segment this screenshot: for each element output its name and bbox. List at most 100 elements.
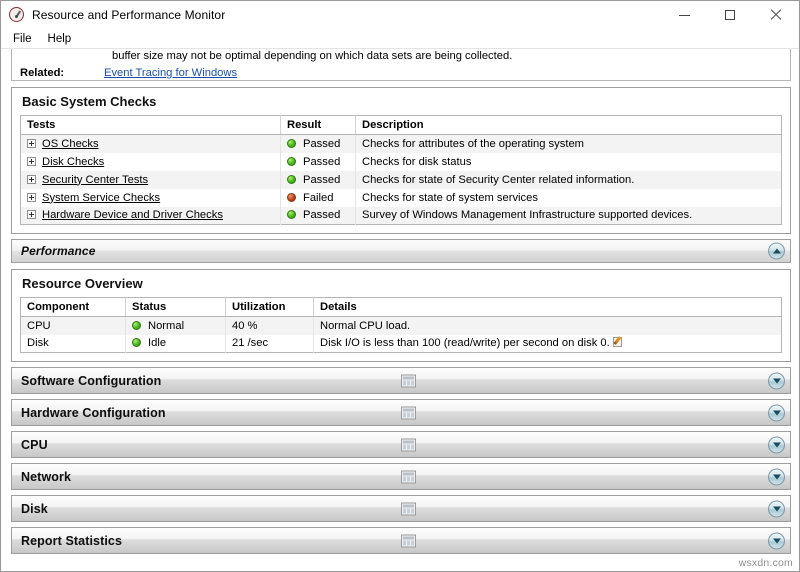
column-header-status: Status bbox=[126, 298, 226, 317]
section-label-network: Network bbox=[12, 470, 71, 484]
expand-icon[interactable] bbox=[27, 193, 36, 202]
cell-description: Checks for state of Security Center rela… bbox=[356, 171, 782, 189]
result-label: Passed bbox=[303, 174, 340, 186]
chevron-down-icon[interactable] bbox=[768, 404, 785, 421]
section-label-performance: Performance bbox=[12, 244, 95, 258]
table-grid-icon bbox=[401, 438, 416, 451]
section-label-hardware-configuration: Hardware Configuration bbox=[12, 406, 166, 420]
cell-result: Failed bbox=[281, 189, 356, 207]
table-grid-icon bbox=[401, 470, 416, 483]
chevron-up-icon[interactable] bbox=[768, 243, 785, 260]
close-icon bbox=[770, 9, 782, 21]
menu-item-file[interactable]: File bbox=[7, 31, 40, 47]
table-row: System Service Checks Failed Checks for … bbox=[21, 189, 782, 207]
minimize-icon bbox=[679, 15, 690, 16]
table-row: Disk Idle 21 /sec Disk I/O is less than … bbox=[21, 335, 782, 353]
section-header-network[interactable]: Network bbox=[11, 463, 791, 490]
basic-system-checks-title: Basic System Checks bbox=[12, 88, 790, 115]
chevron-down-icon[interactable] bbox=[768, 532, 785, 549]
chevron-down-icon[interactable] bbox=[768, 500, 785, 517]
test-link[interactable]: Security Center Tests bbox=[42, 174, 148, 186]
performance-gauge-icon bbox=[9, 7, 25, 23]
basic-system-checks-panel: Basic System Checks Tests Result Descrip… bbox=[11, 87, 791, 234]
related-block: buffer size may not be optimal depending… bbox=[11, 49, 791, 81]
section-header-disk[interactable]: Disk bbox=[11, 495, 791, 522]
result-label: Passed bbox=[303, 138, 340, 150]
cell-result: Passed bbox=[281, 171, 356, 189]
test-link[interactable]: OS Checks bbox=[42, 138, 99, 150]
cell-description: Checks for state of system services bbox=[356, 189, 782, 207]
status-dot-passed-icon bbox=[287, 157, 296, 166]
section-header-hardware-configuration[interactable]: Hardware Configuration bbox=[11, 399, 791, 426]
related-link[interactable]: Event Tracing for Windows bbox=[104, 67, 237, 79]
section-header-report-statistics[interactable]: Report Statistics bbox=[11, 527, 791, 554]
maximize-button[interactable] bbox=[707, 1, 753, 30]
chevron-down-icon[interactable] bbox=[768, 468, 785, 485]
resource-overview-title: Resource Overview bbox=[12, 270, 790, 297]
window-controls bbox=[661, 1, 799, 30]
status-dot-normal-icon bbox=[132, 321, 141, 330]
section-label-software-configuration: Software Configuration bbox=[12, 374, 161, 388]
chevron-down-icon[interactable] bbox=[768, 436, 785, 453]
cell-test: Disk Checks bbox=[21, 153, 281, 171]
status-label: Normal bbox=[148, 320, 184, 332]
table-row: Disk Checks Passed Checks for disk statu… bbox=[21, 153, 782, 171]
expand-icon[interactable] bbox=[27, 139, 36, 148]
related-label: Related: bbox=[12, 67, 104, 79]
column-header-description: Description bbox=[356, 116, 782, 135]
menu-bar: File Help bbox=[1, 30, 799, 49]
cell-test: Hardware Device and Driver Checks bbox=[21, 207, 281, 225]
test-link[interactable]: System Service Checks bbox=[42, 192, 160, 204]
table-grid-icon bbox=[401, 534, 416, 547]
cell-utilization: 21 /sec bbox=[226, 335, 314, 353]
expand-icon[interactable] bbox=[27, 175, 36, 184]
resource-overview-table: Component Status Utilization Details CPU… bbox=[20, 297, 782, 353]
table-row: OS Checks Passed Checks for attributes o… bbox=[21, 135, 782, 153]
details-text: Normal CPU load. bbox=[320, 320, 410, 332]
expand-icon[interactable] bbox=[27, 210, 36, 219]
cell-status: Idle bbox=[126, 335, 226, 353]
maximize-icon bbox=[725, 10, 735, 20]
window-title: Resource and Performance Monitor bbox=[32, 8, 225, 22]
cell-component: CPU bbox=[21, 317, 126, 335]
section-header-performance[interactable]: Performance bbox=[11, 239, 791, 263]
test-link[interactable]: Disk Checks bbox=[42, 156, 104, 168]
result-label: Passed bbox=[303, 156, 340, 168]
expand-icon[interactable] bbox=[27, 157, 36, 166]
table-header-row: Component Status Utilization Details bbox=[21, 298, 782, 317]
related-note-text: buffer size may not be optimal depending… bbox=[12, 49, 790, 65]
table-header-row: Tests Result Description bbox=[21, 116, 782, 135]
close-button[interactable] bbox=[753, 1, 799, 30]
section-label-disk: Disk bbox=[12, 502, 48, 516]
result-label: Failed bbox=[303, 192, 333, 204]
minimize-button[interactable] bbox=[661, 1, 707, 30]
test-link[interactable]: Hardware Device and Driver Checks bbox=[42, 209, 223, 221]
cell-details: Normal CPU load. bbox=[314, 317, 782, 335]
cell-component: Disk bbox=[21, 335, 126, 353]
status-dot-passed-icon bbox=[287, 175, 296, 184]
table-grid-icon bbox=[401, 502, 416, 515]
status-dot-passed-icon bbox=[287, 139, 296, 148]
title-bar: Resource and Performance Monitor bbox=[1, 1, 799, 30]
column-header-result: Result bbox=[281, 116, 356, 135]
cell-result: Passed bbox=[281, 135, 356, 153]
cell-description: Checks for attributes of the operating s… bbox=[356, 135, 782, 153]
chevron-down-icon[interactable] bbox=[768, 372, 785, 389]
section-label-report-statistics: Report Statistics bbox=[12, 534, 122, 548]
details-text: Disk I/O is less than 100 (read/write) p… bbox=[320, 337, 610, 349]
section-header-cpu[interactable]: CPU bbox=[11, 431, 791, 458]
cell-description: Survey of Windows Management Infrastruct… bbox=[356, 207, 782, 225]
menu-item-help[interactable]: Help bbox=[42, 31, 80, 47]
note-edit-icon[interactable] bbox=[613, 337, 624, 348]
report-content: buffer size may not be optimal depending… bbox=[1, 49, 799, 571]
section-header-software-configuration[interactable]: Software Configuration bbox=[11, 367, 791, 394]
app-window: Resource and Performance Monitor File He… bbox=[0, 0, 800, 572]
status-label: Idle bbox=[148, 337, 166, 349]
column-header-tests: Tests bbox=[21, 116, 281, 135]
table-row: CPU Normal 40 % Normal CPU load. bbox=[21, 317, 782, 335]
cell-status: Normal bbox=[126, 317, 226, 335]
table-row: Hardware Device and Driver Checks Passed… bbox=[21, 207, 782, 225]
cell-utilization: 40 % bbox=[226, 317, 314, 335]
related-row: Related: Event Tracing for Windows bbox=[12, 65, 790, 80]
cell-test: Security Center Tests bbox=[21, 171, 281, 189]
